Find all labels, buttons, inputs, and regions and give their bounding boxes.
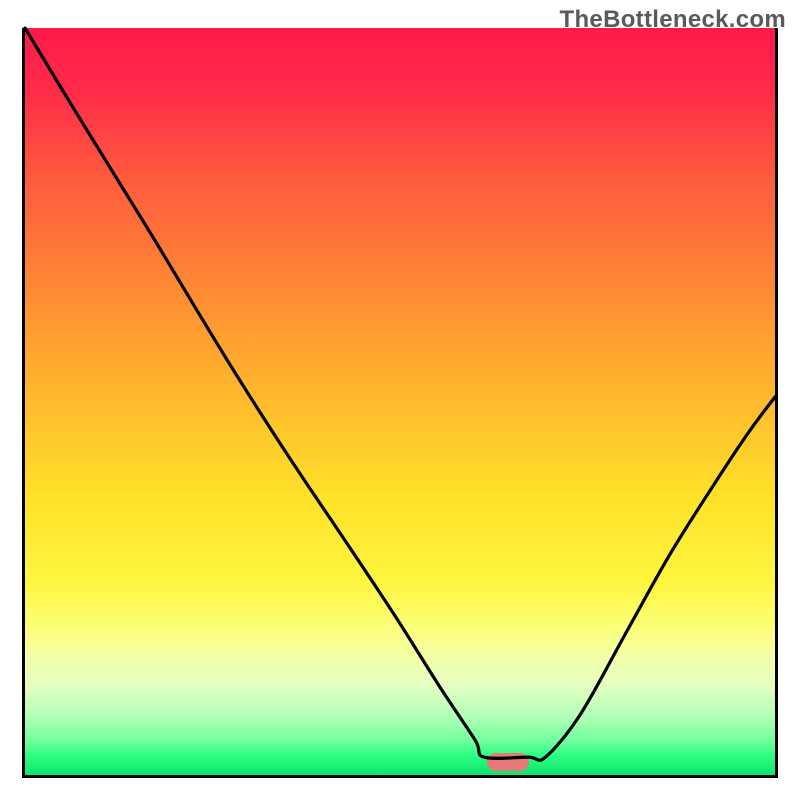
chart-stage: TheBottleneck.com	[0, 0, 800, 800]
plot-frame	[22, 28, 778, 778]
watermark-text: TheBottleneck.com	[560, 6, 786, 34]
heatmap-gradient	[25, 28, 775, 775]
optimal-zone-marker	[487, 753, 529, 771]
